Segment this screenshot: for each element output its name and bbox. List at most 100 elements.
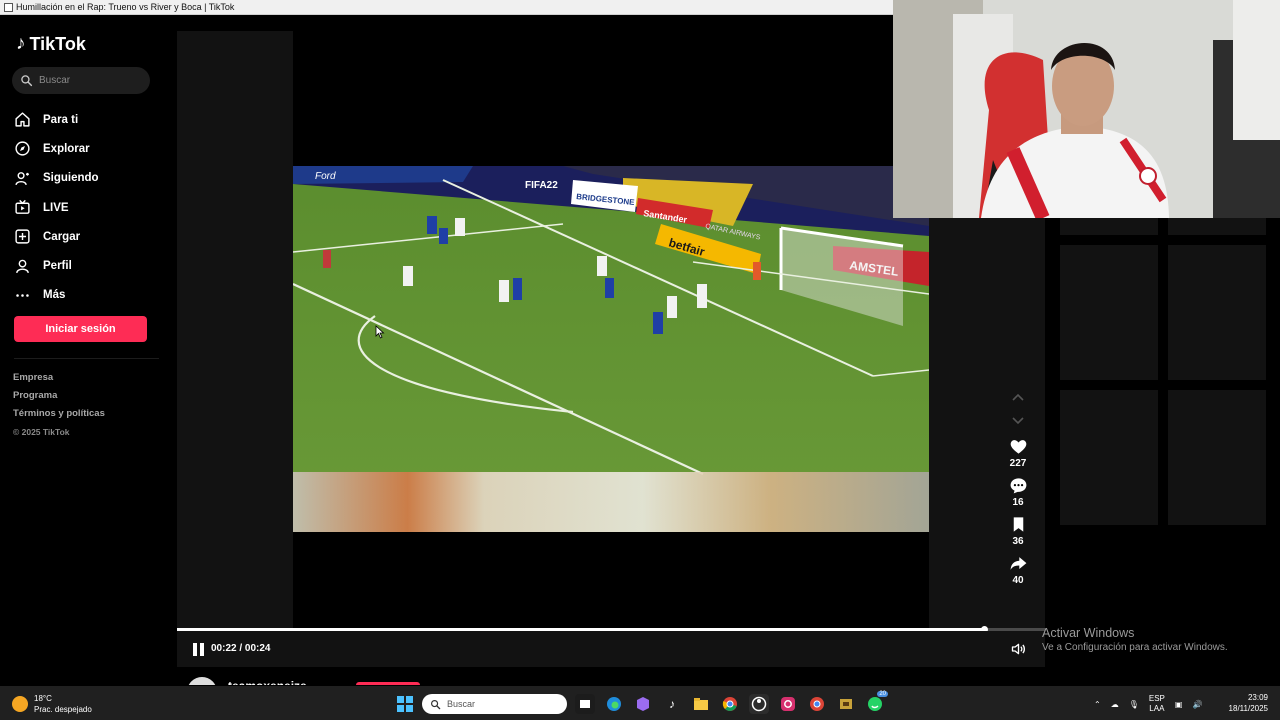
author-avatar[interactable] [187, 677, 217, 685]
weather-sun-icon [12, 696, 28, 712]
following-icon [15, 171, 29, 185]
sidebar-item-label: Explorar [43, 142, 90, 155]
search-input[interactable] [39, 75, 139, 86]
like-button[interactable]: 227 [1000, 437, 1036, 472]
tray-chevron-up-icon[interactable]: ⌃ [1094, 700, 1101, 709]
windows-taskbar: 18°C Prac. despejado ♪ 20 ⌃ ☁ 🎙 [0, 686, 1280, 720]
taskbar-search-input[interactable] [447, 699, 557, 709]
window-title: Humillación en el Rap: Trueno vs River y… [16, 2, 235, 12]
previous-video-button[interactable] [1000, 385, 1036, 409]
sidebar-item-para-ti[interactable]: Para ti [14, 105, 154, 134]
video-action-bar: 227 16 36 40 [1000, 385, 1036, 589]
system-clock[interactable]: 23:09 18/11/2025 [1222, 692, 1268, 714]
task-view-icon[interactable] [575, 694, 595, 714]
whatsapp-badge: 20 [877, 691, 888, 697]
video-frame-pitch: Ford FIFA22 BRIDGESTONE Santander QATAR … [293, 166, 929, 532]
sidebar-item-label: Perfil [43, 260, 72, 273]
copilot-icon[interactable] [633, 694, 653, 714]
windows-activation-watermark: Activar Windows Ve a Configuración para … [1042, 626, 1228, 653]
pause-button[interactable] [193, 643, 205, 656]
sidebar-item-explorar[interactable]: Explorar [14, 134, 154, 163]
windows-start-button[interactable] [397, 696, 413, 712]
clock-time: 23:09 [1247, 693, 1268, 702]
ad-text-ford: Ford [315, 171, 336, 182]
language-code: ESP [1148, 694, 1165, 703]
onedrive-icon[interactable]: ☁ [1111, 700, 1119, 709]
obs-icon[interactable] [749, 694, 769, 714]
share-button[interactable]: 40 [1000, 554, 1036, 589]
weather-widget[interactable]: 18°C Prac. despejado [12, 693, 92, 715]
webcam-frame [893, 0, 1280, 218]
system-tray: ⌃ ☁ 🎙 ESP LAA ▣ 🔊 [1094, 694, 1202, 714]
next-video-button[interactable] [1000, 409, 1036, 433]
sidebar: ♪ TikTok Para ti Explorar Siguiendo LIVE [0, 15, 162, 685]
sidebar-item-perfil[interactable]: Perfil [14, 251, 154, 280]
search-box[interactable] [12, 67, 150, 94]
sidebar-item-label: Cargar [43, 230, 81, 243]
recommendation-tile[interactable] [1060, 245, 1158, 380]
save-button[interactable]: 36 [1000, 515, 1036, 550]
login-button[interactable]: Iniciar sesión [14, 316, 147, 342]
chevron-up-icon [1012, 393, 1024, 401]
live-icon [15, 199, 30, 214]
footer-link-terminos[interactable]: Términos y políticas [13, 405, 105, 423]
search-icon [21, 75, 33, 87]
like-count: 227 [1009, 458, 1027, 469]
window-titlebar: Humillación en el Rap: Trueno vs River y… [0, 0, 893, 15]
instagram-icon[interactable] [778, 694, 798, 714]
comment-icon [1010, 478, 1026, 494]
heart-icon [1010, 440, 1026, 454]
home-icon [15, 112, 30, 127]
taskbar-search[interactable] [422, 694, 567, 714]
author-name[interactable]: teamoxeneize [228, 679, 307, 685]
author-strip: teamoxeneize [177, 667, 1045, 685]
microphone-icon[interactable]: 🎙 [1129, 700, 1139, 709]
compass-icon [15, 141, 30, 157]
tiktok-wordmark: TikTok [29, 33, 86, 54]
comment-button[interactable]: 16 [1000, 476, 1036, 511]
tiktok-taskbar-icon[interactable]: ♪ [662, 694, 682, 714]
recommendation-tile[interactable] [1168, 218, 1266, 235]
recommendation-tile[interactable] [1060, 390, 1158, 525]
watermark-title: Activar Windows [1042, 626, 1135, 640]
watermark-subtitle: Ve a Configuración para activar Windows. [1042, 642, 1228, 653]
sidebar-item-siguiendo[interactable]: Siguiendo [14, 164, 154, 193]
speaker-icon[interactable]: 🔊 [1192, 700, 1202, 709]
more-icon [16, 294, 29, 297]
sidebar-item-live[interactable]: LIVE [14, 193, 154, 222]
recommendation-tile[interactable] [1168, 390, 1266, 525]
footer-link-empresa[interactable]: Empresa [13, 369, 105, 387]
input-language[interactable]: ESP LAA [1149, 694, 1165, 714]
chrome-profile-icon[interactable] [807, 694, 827, 714]
profile-icon [16, 259, 29, 273]
footer-link-programa[interactable]: Programa [13, 387, 105, 405]
sidebar-item-mas[interactable]: Más [14, 281, 154, 310]
taskbar-apps: ♪ 20 [575, 691, 888, 714]
share-icon [1010, 557, 1026, 570]
recommendation-tile[interactable] [1060, 218, 1158, 235]
sidebar-item-label: LIVE [43, 201, 69, 214]
video-player[interactable]: Ford FIFA22 BRIDGESTONE Santander QATAR … [293, 166, 929, 532]
file-explorer-icon[interactable] [691, 694, 711, 714]
webcam-overlay [893, 0, 1280, 218]
window-app-icon [4, 3, 13, 12]
save-count: 36 [1012, 536, 1024, 547]
bookmark-icon [1013, 517, 1023, 532]
sidebar-item-cargar[interactable]: Cargar [14, 222, 154, 251]
keyboard-layout: LAA [1149, 704, 1165, 713]
network-icon[interactable]: ▣ [1175, 700, 1183, 709]
whatsapp-icon[interactable]: 20 [865, 691, 888, 714]
sidebar-footer: Empresa Programa Términos y políticas © … [13, 369, 105, 441]
taskbar-search-icon [431, 699, 441, 709]
tiktok-note-icon: ♪ [16, 33, 26, 54]
chrome-icon[interactable] [720, 694, 740, 714]
tiktok-logo[interactable]: ♪ TikTok [16, 33, 86, 55]
game-app-icon[interactable] [836, 694, 856, 714]
volume-icon[interactable] [1010, 641, 1027, 657]
edge-icon[interactable] [604, 694, 624, 714]
recommendation-tile[interactable] [1168, 245, 1266, 380]
follow-button[interactable] [356, 682, 420, 685]
video-stage-left [177, 31, 293, 667]
recommendations-grid [1060, 218, 1267, 528]
share-count: 40 [1012, 575, 1024, 586]
